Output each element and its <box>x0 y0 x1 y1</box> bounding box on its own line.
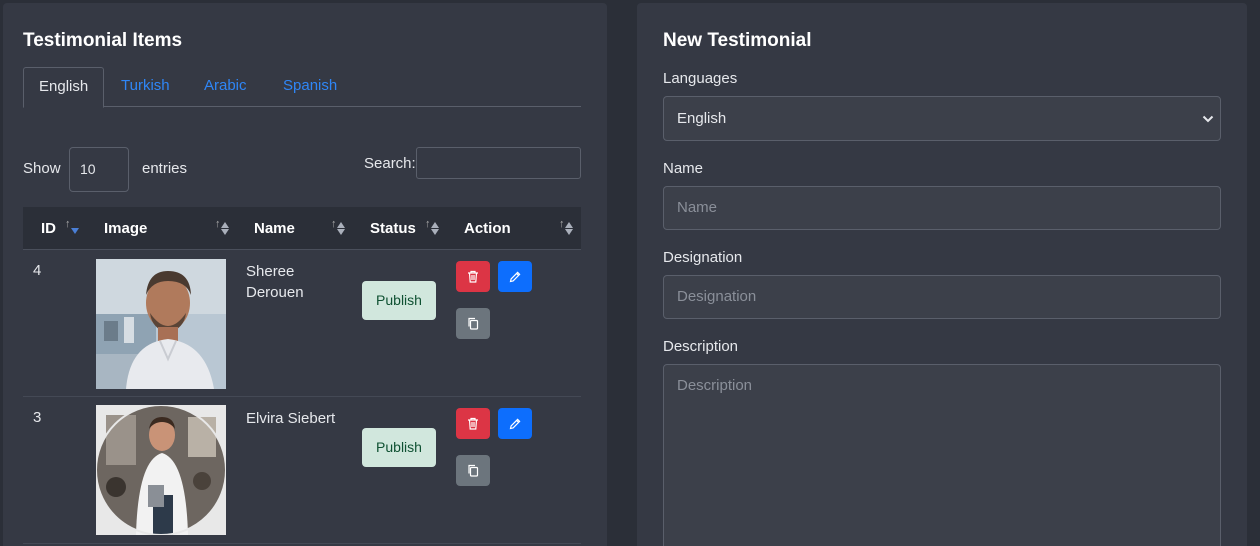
designation-field[interactable]: Designation <box>663 275 1221 319</box>
sort-icon[interactable]: ↑ <box>559 219 575 237</box>
language-tabs: English Turkish Arabic Spanish <box>23 67 581 108</box>
pencil-icon <box>509 271 521 282</box>
languages-selected-value: English <box>677 110 727 127</box>
tab-arabic[interactable]: Arabic <box>189 67 262 107</box>
languages-select[interactable]: English <box>663 96 1221 141</box>
new-testimonial-card: New Testimonial Languages English Name N… <box>637 3 1247 546</box>
name-placeholder: Name <box>677 199 718 216</box>
row-name: Sheree Derouen <box>246 263 304 301</box>
edit-button[interactable] <box>498 408 532 439</box>
copy-icon <box>468 317 479 330</box>
status-badge: Publish <box>362 281 436 320</box>
entries-label: entries <box>142 160 188 177</box>
column-image[interactable]: Image <box>104 207 147 250</box>
pencil-icon <box>509 418 521 429</box>
form-title: New Testimonial <box>663 30 812 51</box>
tab-english[interactable]: English <box>23 67 105 108</box>
description-textarea[interactable]: Description <box>663 364 1221 546</box>
entries-length-value: 10 <box>80 161 96 177</box>
column-name[interactable]: Name <box>254 207 295 250</box>
page-title: Testimonial Items <box>23 30 183 51</box>
table-header: ID ↑ Image ↑ Name ↑ Status ↑ Action ↑ <box>23 207 581 250</box>
sort-icon[interactable]: ↑ <box>65 219 81 237</box>
tab-turkish[interactable]: Turkish <box>106 67 185 107</box>
trash-icon <box>468 417 478 430</box>
description-label: Description <box>663 338 739 355</box>
search-label: Search: <box>364 155 416 172</box>
sort-icon[interactable]: ↑ <box>215 219 231 237</box>
entries-length-select[interactable]: 10 <box>69 147 129 192</box>
show-label: Show <box>23 160 61 177</box>
delete-button[interactable] <box>456 261 490 292</box>
column-action[interactable]: Action <box>464 207 511 250</box>
copy-button[interactable] <box>456 308 490 339</box>
chevron-down-icon <box>1202 115 1214 123</box>
table-row: 3 Elvira Siebert Publish <box>23 397 581 544</box>
row-id: 4 <box>33 262 42 279</box>
row-id: 3 <box>33 409 42 426</box>
name-field[interactable]: Name <box>663 186 1221 230</box>
tab-spanish[interactable]: Spanish <box>268 67 352 107</box>
testimonial-items-card: Testimonial Items English Turkish Arabic… <box>3 3 607 546</box>
table-row: 4 Sheree Derouen Publish <box>23 250 581 397</box>
column-status[interactable]: Status <box>370 207 416 250</box>
status-badge: Publish <box>362 428 436 467</box>
designation-label: Designation <box>663 249 743 266</box>
name-label: Name <box>663 160 704 177</box>
languages-label: Languages <box>663 70 738 87</box>
column-id[interactable]: ID <box>41 207 56 250</box>
edit-button[interactable] <box>498 261 532 292</box>
row-name: Elvira Siebert <box>246 410 336 427</box>
delete-button[interactable] <box>456 408 490 439</box>
designation-placeholder: Designation <box>677 288 757 305</box>
copy-button[interactable] <box>456 455 490 486</box>
search-input[interactable] <box>416 147 581 179</box>
copy-icon <box>468 464 479 477</box>
testimonial-image <box>96 405 226 535</box>
trash-icon <box>468 270 478 283</box>
description-placeholder: Description <box>677 377 753 394</box>
testimonial-image <box>96 259 226 389</box>
sort-icon[interactable]: ↑ <box>425 219 441 237</box>
sort-icon[interactable]: ↑ <box>331 219 347 237</box>
